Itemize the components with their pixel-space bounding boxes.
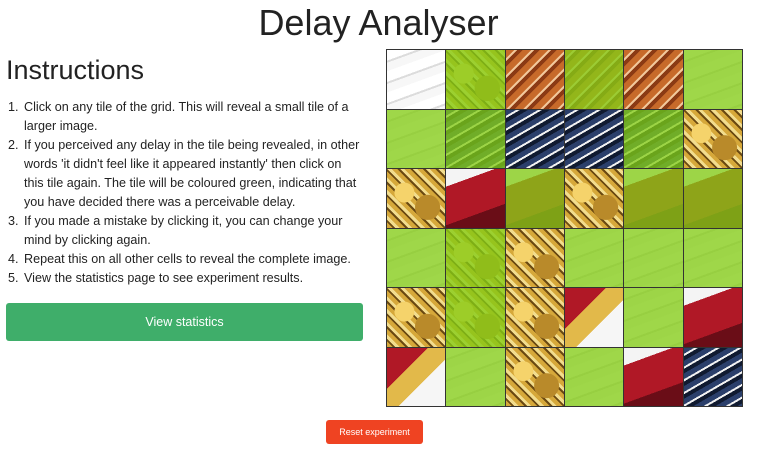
grid-tile[interactable] (683, 50, 742, 109)
delay-marker (624, 228, 683, 287)
delay-marker (624, 109, 683, 168)
instruction-step: 1. Click on any tile of the grid. This wi… (8, 100, 349, 133)
instruction-step: 4. Repeat this on all other cells to reve… (8, 252, 351, 266)
view-statistics-button[interactable]: View statistics (6, 303, 363, 341)
tile-image (683, 288, 742, 347)
grid-tile[interactable] (683, 109, 742, 168)
delay-marker (624, 288, 683, 347)
grid-tile[interactable] (624, 50, 683, 109)
delay-marker (446, 347, 505, 406)
delay-marker (446, 228, 505, 287)
instruction-step: 3. If you made a mistake by clicking it, … (8, 214, 343, 247)
tile-image (564, 109, 624, 168)
delay-marker (683, 228, 742, 287)
grid-tile[interactable] (624, 288, 683, 347)
delay-marker (683, 50, 742, 109)
grid-tile[interactable] (387, 50, 446, 109)
tile-image (624, 50, 683, 109)
delay-marker (505, 169, 564, 228)
grid-tile[interactable] (683, 347, 742, 406)
grid-tile[interactable] (505, 288, 564, 347)
tile-image (564, 169, 624, 228)
tile-image (387, 347, 446, 406)
grid-tile[interactable] (564, 288, 624, 347)
grid-tile[interactable] (446, 288, 505, 347)
delay-marker (683, 169, 742, 228)
instruction-step-text: View the statistics page to see experime… (24, 271, 304, 285)
grid-tile[interactable] (683, 288, 742, 347)
tile-image (683, 347, 742, 406)
grid-tile[interactable] (446, 109, 505, 168)
instruction-step: 2. If you perceived any delay in the tile… (8, 138, 360, 209)
instruction-step-text: Repeat this on all other cells to reveal… (24, 252, 351, 266)
delay-marker (564, 50, 624, 109)
grid-tile[interactable] (446, 169, 505, 228)
grid-tile[interactable] (624, 169, 683, 228)
instructions-heading: Instructions (6, 55, 145, 85)
grid-tile[interactable] (564, 50, 624, 109)
grid-tile[interactable] (505, 50, 564, 109)
delay-marker (446, 288, 505, 347)
tile-image (505, 288, 564, 347)
grid-tile[interactable] (505, 228, 564, 287)
reset-experiment-button[interactable]: Reset experiment (326, 420, 423, 444)
grid-tile[interactable] (387, 228, 446, 287)
instruction-step-text: If you perceived any delay in the tile b… (24, 138, 360, 209)
grid-tile[interactable] (446, 347, 505, 406)
instruction-step-text: If you made a mistake by clicking it, yo… (24, 214, 343, 247)
grid-tile[interactable] (387, 109, 446, 168)
grid-tile[interactable] (564, 228, 624, 287)
tile-image (683, 109, 742, 168)
grid-tile[interactable] (387, 347, 446, 406)
tile-image (564, 288, 624, 347)
grid-tile[interactable] (505, 347, 564, 406)
grid-tile[interactable] (505, 109, 564, 168)
tile-grid (386, 49, 743, 407)
tile-image (624, 347, 683, 406)
instruction-step: 5. View the statistics page to see experi… (8, 271, 304, 285)
tile-image (387, 169, 446, 228)
grid-tile[interactable] (505, 169, 564, 228)
grid-tile[interactable] (683, 169, 742, 228)
grid-tile[interactable] (564, 109, 624, 168)
grid-tile[interactable] (624, 109, 683, 168)
grid-tile[interactable] (387, 288, 446, 347)
delay-marker (446, 50, 505, 109)
tile-image (387, 50, 446, 109)
grid-tile[interactable] (564, 169, 624, 228)
tile-image (505, 50, 564, 109)
delay-marker (387, 109, 446, 168)
grid-tile[interactable] (683, 228, 742, 287)
tile-image (505, 347, 564, 406)
delay-marker (446, 109, 505, 168)
tile-image (387, 288, 446, 347)
instruction-step-text: Click on any tile of the grid. This will… (24, 100, 349, 133)
tile-image (505, 109, 564, 168)
grid-tile[interactable] (564, 347, 624, 406)
delay-marker (624, 169, 683, 228)
grid-tile[interactable] (446, 50, 505, 109)
tile-image (505, 228, 564, 287)
grid-tile[interactable] (624, 228, 683, 287)
grid-tile[interactable] (387, 169, 446, 228)
grid-tile[interactable] (624, 347, 683, 406)
tile-image (446, 169, 505, 228)
delay-marker (387, 228, 446, 287)
instructions-list: 1. Click on any tile of the grid. This wi… (8, 98, 364, 288)
delay-marker (564, 347, 624, 406)
page-title: Delay Analyser (258, 2, 499, 43)
delay-marker (564, 228, 624, 287)
grid-tile[interactable] (446, 228, 505, 287)
